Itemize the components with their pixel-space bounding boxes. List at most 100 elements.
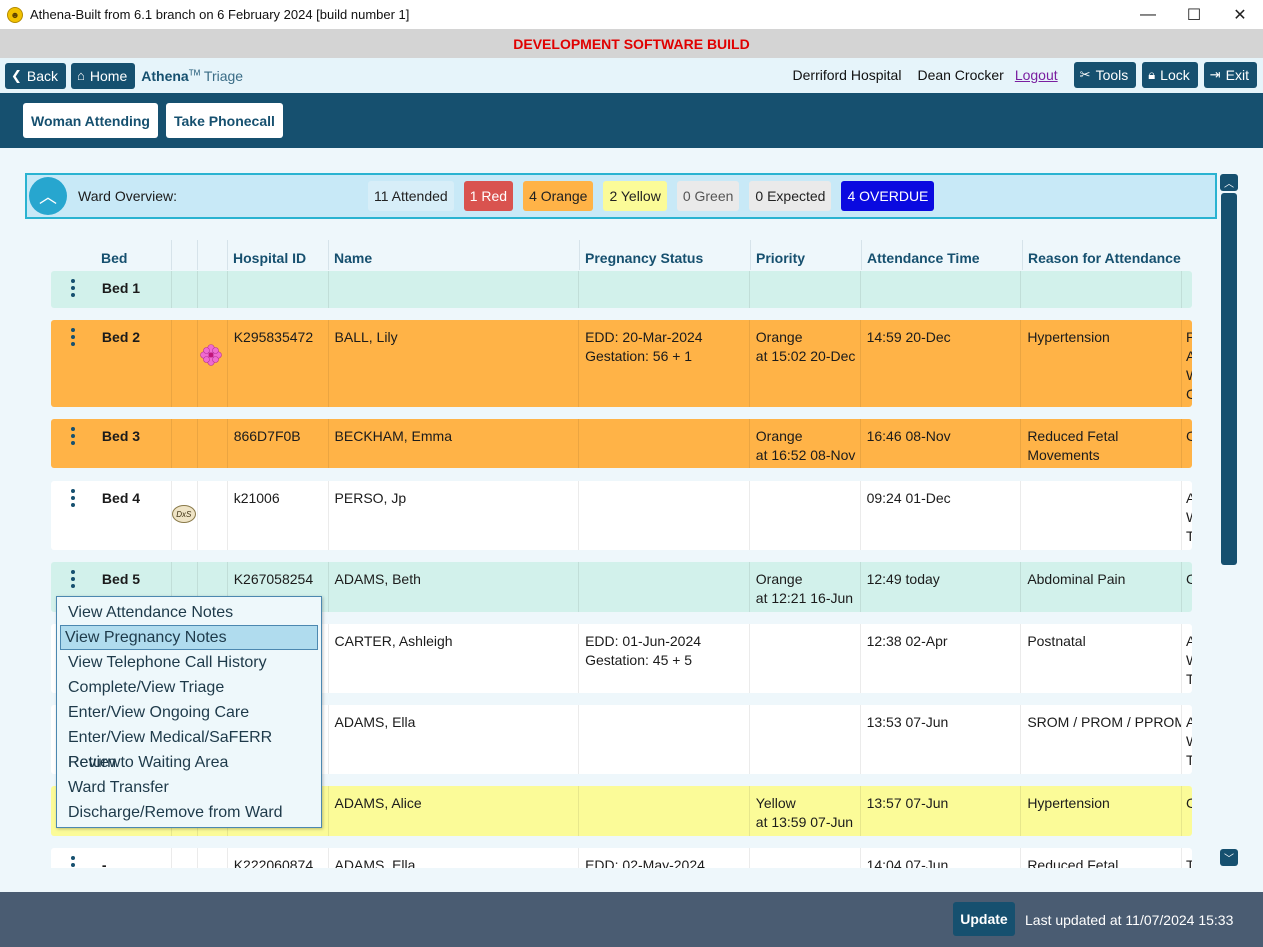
priority-time: at 15:02 20-Dec bbox=[755, 348, 856, 364]
tools-button[interactable]: ✂ Tools bbox=[1073, 62, 1137, 88]
attendance-time: 14:04 07-Jun bbox=[866, 857, 949, 868]
overdue-count-badge[interactable]: 4 OVERDUE bbox=[841, 181, 935, 211]
close-window-button[interactable]: ✕ bbox=[1217, 0, 1263, 29]
patient-name: ADAMS, Beth bbox=[334, 571, 421, 587]
priority-level: Yellow bbox=[755, 795, 796, 811]
overflow-column-text: T bbox=[1186, 528, 1192, 544]
flower-icon bbox=[199, 344, 222, 366]
overflow-column-text: W bbox=[1186, 732, 1192, 751]
exit-button-label: Exit bbox=[1225, 67, 1249, 83]
priority-time: at 13:59 07-Jun bbox=[755, 814, 854, 830]
context-menu-item[interactable]: Ward Transfer bbox=[60, 775, 318, 800]
app-brand: AthenaTM Triage bbox=[141, 68, 243, 84]
collapse-overview-button[interactable]: ︿ bbox=[29, 177, 67, 215]
context-menu-item[interactable]: View Pregnancy Notes bbox=[60, 625, 318, 650]
lock-button-label: Lock bbox=[1160, 67, 1190, 83]
column-header-bed[interactable]: Bed bbox=[96, 240, 172, 270]
lock-button[interactable]: 🔒︎ Lock bbox=[1142, 62, 1198, 88]
brand-module: Triage bbox=[203, 67, 244, 84]
scroll-up-arrow-icon[interactable]: ︿ bbox=[1220, 174, 1238, 191]
action-bar: Woman Attending Take Phonecall bbox=[0, 93, 1263, 148]
attendance-time: 14:59 20-Dec bbox=[866, 329, 951, 345]
context-menu-item[interactable]: Return to Waiting Area bbox=[60, 750, 318, 775]
table-header: Bed Hospital ID Name Pregnancy Status Pr… bbox=[51, 240, 1192, 270]
table-row[interactable]: Bed 4 DxS k21006 PERSO, Jp 09:24 01-Dec AWT bbox=[51, 481, 1192, 550]
navigation-bar: ❮ Back ⌂ Home AthenaTM Triage Derriford … bbox=[0, 58, 1263, 93]
context-menu-item[interactable]: View Telephone Call History bbox=[60, 650, 318, 675]
red-count-badge[interactable]: 1 Red bbox=[463, 181, 514, 211]
hospital-name: Derriford Hospital bbox=[792, 67, 902, 83]
logout-link[interactable]: Logout bbox=[1015, 67, 1058, 83]
ward-overview-panel: ︿ Ward Overview: 11 Attended 1 Red 4 Ora… bbox=[25, 173, 1217, 219]
table-row[interactable]: Bed 1 bbox=[51, 271, 1192, 308]
reason-line-1: Reduced Fetal bbox=[1027, 428, 1119, 444]
column-header-pregnancy-status[interactable]: Pregnancy Status bbox=[580, 240, 751, 270]
hospital-id: k21006 bbox=[233, 490, 280, 506]
scrollbar-thumb[interactable] bbox=[1221, 193, 1237, 565]
pregnancy-gestation: Gestation: 45 + 5 bbox=[585, 652, 693, 668]
expected-count-badge[interactable]: 0 Expected bbox=[749, 181, 832, 211]
exit-button[interactable]: ⇥ Exit bbox=[1203, 62, 1257, 88]
patient-name: BECKHAM, Emma bbox=[334, 428, 452, 444]
bed-label: Bed 4 bbox=[101, 490, 141, 506]
maximize-button[interactable]: ☐ bbox=[1171, 0, 1217, 29]
back-button[interactable]: ❮ Back bbox=[5, 62, 67, 89]
row-menu-kebab-icon[interactable] bbox=[51, 419, 96, 468]
yellow-count-badge[interactable]: 2 Yellow bbox=[603, 181, 667, 211]
hospital-id: K267058254 bbox=[233, 571, 314, 587]
context-menu-item[interactable]: Complete/View Triage bbox=[60, 675, 318, 700]
reason-line-1: Reduced Fetal bbox=[1027, 857, 1119, 868]
overflow-column-text: W bbox=[1186, 651, 1192, 670]
home-button-label: Home bbox=[89, 67, 128, 84]
overflow-column-text: C bbox=[1186, 386, 1192, 402]
orange-count-badge[interactable]: 4 Orange bbox=[523, 181, 594, 211]
overflow-column-text: A bbox=[1186, 714, 1192, 730]
overflow-column-text: C bbox=[1186, 428, 1192, 444]
table-row[interactable]: Bed 3 866D7F0B BECKHAM, Emma Orange at 16:52… bbox=[51, 419, 1192, 468]
row-menu-kebab-icon[interactable] bbox=[51, 271, 96, 308]
footer-bar: Update Last updated at 11/07/2024 15:33 bbox=[0, 892, 1263, 947]
chevron-left-icon: ❮ bbox=[11, 67, 22, 83]
column-header-priority[interactable]: Priority bbox=[751, 240, 862, 270]
woman-attending-button[interactable]: Woman Attending bbox=[23, 103, 158, 138]
window-title: Athena-Built from 6.1 branch on 6 Februa… bbox=[30, 7, 410, 22]
reason-line-2: Movements bbox=[1027, 447, 1100, 463]
attended-count-badge[interactable]: 11 Attended bbox=[368, 181, 454, 211]
column-header-reason[interactable]: Reason for Attendance bbox=[1023, 240, 1184, 270]
attendance-time: 13:53 07-Jun bbox=[866, 714, 949, 730]
context-menu-item[interactable]: Enter/View Ongoing Care bbox=[60, 700, 318, 725]
scroll-down-arrow-icon[interactable]: ﹀ bbox=[1220, 849, 1238, 866]
table-row[interactable]: Bed 2 K295835472 BALL, Lily EDD: 20-Mar-202… bbox=[51, 320, 1192, 407]
bed-label: Bed 2 bbox=[101, 329, 141, 345]
green-count-badge[interactable]: 0 Green bbox=[676, 181, 740, 211]
reason-line-1: Hypertension bbox=[1027, 795, 1110, 811]
last-updated-text: Last updated at 11/07/2024 15:33 bbox=[1025, 912, 1234, 928]
context-menu-item[interactable]: Discharge/Remove from Ward bbox=[60, 800, 318, 825]
minimize-button[interactable]: — bbox=[1125, 0, 1171, 29]
row-menu-kebab-icon[interactable] bbox=[51, 848, 96, 868]
brand-name: Athena bbox=[141, 67, 189, 84]
patient-name: BALL, Lily bbox=[334, 329, 398, 345]
priority-time: at 12:21 16-Jun bbox=[755, 590, 854, 606]
context-menu-item[interactable]: View Attendance Notes bbox=[60, 600, 318, 625]
row-menu-kebab-icon[interactable] bbox=[51, 320, 96, 407]
row-context-menu: View Attendance Notes View Pregnancy Note… bbox=[56, 596, 322, 828]
pregnancy-edd: EDD: 20-Mar-2024 bbox=[585, 329, 703, 345]
column-header-hospital-id[interactable]: Hospital ID bbox=[228, 240, 329, 270]
priority-level: Orange bbox=[755, 329, 803, 345]
column-header-name[interactable]: Name bbox=[329, 240, 580, 270]
column-header-attendance-time[interactable]: Attendance Time bbox=[862, 240, 1023, 270]
context-menu-item[interactable]: Enter/View Medical/SaFERR Review bbox=[60, 725, 318, 771]
user-name: Dean Crocker bbox=[917, 67, 1004, 83]
table-row[interactable]: - K222060874 ADAMS, Ella EDD: 02-May-2024 14… bbox=[51, 848, 1192, 868]
attendance-time: 12:38 02-Apr bbox=[866, 633, 948, 649]
attendance-time: 16:46 08-Nov bbox=[866, 428, 951, 444]
patient-name: ADAMS, Ella bbox=[334, 857, 416, 868]
vertical-scrollbar[interactable]: ︿ ﹀ bbox=[1220, 174, 1238, 866]
home-button[interactable]: ⌂ Home bbox=[71, 62, 136, 89]
row-menu-kebab-icon[interactable] bbox=[51, 481, 96, 550]
take-phonecall-button[interactable]: Take Phonecall bbox=[166, 103, 283, 138]
brand-trademark: TM bbox=[188, 67, 201, 77]
update-button[interactable]: Update bbox=[953, 902, 1015, 936]
priority-level: Orange bbox=[755, 571, 803, 587]
